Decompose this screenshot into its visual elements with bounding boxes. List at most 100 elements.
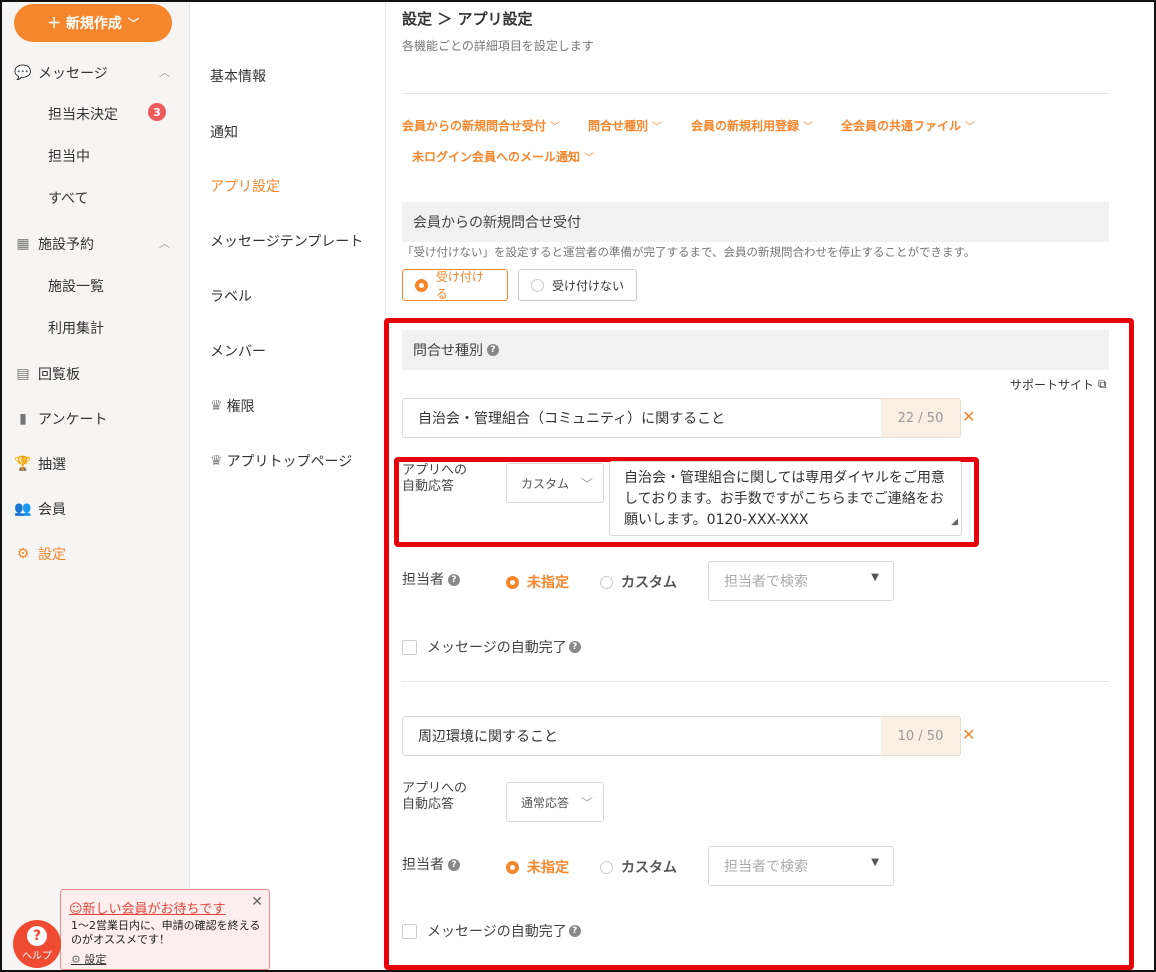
nav-messages[interactable]: 💬 メッセージ [14,63,107,83]
clipboard-icon: ▮ [19,411,27,427]
dropdown-arrow-icon: ▼ [871,857,879,868]
help-icon[interactable]: ? [568,925,581,937]
gear-icon: ⚙ [16,546,30,562]
page-subtitle: 各機能ごとの詳細項目を設定します [402,39,594,53]
chevron-down-icon: ﹀ [580,477,593,491]
new-member-toast: ☺新しい会員がお待ちです ✕ 1〜2営業日内に、申請の確認を終えるのがオススメで… [60,889,270,970]
help-icon[interactable]: ? [487,344,499,356]
settings-menu: 基本情報 通知 アプリ設定 メッセージテンプレート ラベル メンバー ♛ 権限 ♛… [190,2,386,970]
radio-not-accept[interactable]: 受け付けない [518,269,637,301]
menu-labels[interactable]: ラベル [210,286,252,306]
external-link-icon: ⧉ [1098,377,1107,391]
toast-title[interactable]: ☺新しい会員がお待ちです [69,898,226,917]
menu-message-templates[interactable]: メッセージテンプレート [210,231,363,251]
radio-dot [531,278,544,292]
nav-survey[interactable]: ▮ アンケート [14,409,107,429]
nav-facility-booking[interactable]: ▦ 施設予約 [14,234,94,254]
chevron-down-icon: ﹀ [652,122,663,133]
tab-new-registration[interactable]: 会員の新規利用登録 ﹀ [691,117,813,134]
tab-shared-files[interactable]: 全会員の共通ファイル ﹀ [841,117,975,134]
accept-note: 「受け付けない」を設定すると運営者の準備が完了するまで、会員の新規問合わせを停止… [402,245,976,259]
chevron-down-icon: ﹀ [550,122,561,133]
help-icon[interactable]: ? [448,574,460,586]
section-header-accept: 会員からの新規問合せ受付 [402,202,1109,242]
nav-lottery[interactable]: 🏆 抽選 [14,454,66,474]
assignee-search-select[interactable]: 担当者で検索 ▼ [708,846,894,886]
menu-members[interactable]: メンバー [210,341,266,361]
radio-dot [506,860,519,874]
chevron-down-icon: ﹀ [803,122,814,133]
inquiry-type-name-input[interactable]: 自治会・管理組合（コミュニティ）に関すること [402,398,882,438]
radio-dot [600,575,613,589]
divider [402,93,1109,94]
chevron-down-icon: ﹀ [580,796,593,810]
radio-dot [415,278,428,292]
collapse-icon[interactable]: ︿ [159,235,170,251]
assignee-radio-unassigned[interactable]: 未指定 [506,572,569,592]
page-title: 設定 ＞ アプリ設定 [402,10,533,28]
chevron-down-icon: ﹀ [965,122,976,133]
collapse-icon[interactable]: ︿ [159,64,170,80]
auto-complete-checkbox[interactable]: メッセージの自動完了? [402,921,581,941]
assignee-label: 担当者? [402,857,460,873]
nav-circular-board[interactable]: ▤ 回覧板 [14,364,80,384]
auto-reply-textarea[interactable]: 自治会・管理組合に関しては専用ダイヤルをご用意しております。お手数ですがこちらま… [609,461,962,536]
radio-dot [506,575,519,589]
toast-body: 1〜2営業日内に、申請の確認を終えるのがオススメです！ [71,919,261,946]
checkbox[interactable] [402,923,417,939]
menu-app-top-page[interactable]: ♛ アプリトップページ [210,451,352,471]
nav-all[interactable]: すべて [48,188,88,208]
unassigned-count-badge: 3 [148,103,166,121]
new-create-button[interactable]: ＋ 新規作成 ﹀ [14,4,172,42]
tab-accept-inquiries[interactable]: 会員からの新規問合せ受付 ﹀ [402,117,560,134]
resize-handle-icon[interactable]: ◢ [951,512,958,533]
chat-icon: 💬 [14,65,32,81]
nav-unassigned[interactable]: 担当未決定 [48,104,118,124]
support-site-link[interactable]: サポートサイト ⧉ [1010,376,1107,393]
trophy-icon: 🏆 [14,456,32,472]
gear-icon: ⚙ [71,953,85,966]
help-button[interactable]: ? ヘルプ [13,920,61,968]
help-icon[interactable]: ? [568,641,581,653]
delete-icon[interactable]: ✕ [962,407,975,426]
dropdown-arrow-icon: ▼ [871,572,879,583]
toast-settings-link[interactable]: ⚙ 設定 [71,951,106,967]
assignee-radio-unassigned[interactable]: 未指定 [506,857,569,877]
radio-accept[interactable]: 受け付ける [402,269,508,301]
menu-app-settings[interactable]: アプリ設定 [210,176,280,196]
assignee-search-select[interactable]: 担当者で検索 ▼ [708,561,894,601]
board-icon: ▤ [16,366,30,382]
section-header-inquiry-types: 問合せ種別? [402,330,1109,370]
inquiry-type-name-input[interactable]: 周辺環境に関すること [402,716,882,756]
menu-notifications[interactable]: 通知 [210,122,238,142]
tab-email-notification[interactable]: 未ログイン会員へのメール通知 ﹀ [412,148,594,165]
nav-facility-list[interactable]: 施設一覧 [48,276,104,296]
users-icon: 👥 [14,501,32,517]
menu-basic-info[interactable]: 基本情報 [210,66,266,86]
chevron-down-icon: ﹀ [584,153,595,164]
char-counter: 10 / 50 [881,716,961,756]
help-icon[interactable]: ? [448,859,460,871]
nav-usage-stats[interactable]: 利用集計 [48,318,104,338]
nav-settings[interactable]: ⚙ 設定 [14,544,66,564]
char-counter: 22 / 50 [881,398,961,438]
assignee-radio-custom[interactable]: カスタム [600,572,677,592]
sidebar: ＋ 新規作成 ﹀ 💬 メッセージ ︿ 担当未決定 3 担当中 すべて ▦ 施設予約 ︿… [2,2,190,970]
checkbox[interactable] [402,639,417,655]
delete-icon[interactable]: ✕ [962,725,975,744]
calendar-icon: ▦ [16,236,30,252]
radio-dot [600,860,613,874]
nav-assigned[interactable]: 担当中 [48,146,90,166]
auto-reply-mode-select[interactable]: カスタム ﹀ [506,463,604,503]
auto-reply-label: アプリへの 自動応答 [402,463,468,494]
auto-complete-checkbox[interactable]: メッセージの自動完了? [402,637,581,657]
tab-inquiry-types[interactable]: 問合せ種別 ﹀ [588,117,662,134]
nav-members[interactable]: 👥 会員 [14,499,66,519]
close-icon[interactable]: ✕ [251,894,263,910]
question-icon: ? [27,926,47,946]
crown-icon: ♛ [210,453,223,469]
chevron-down-icon: ﹀ [127,17,139,30]
auto-reply-mode-select[interactable]: 通常応答 ﹀ [506,782,604,822]
assignee-radio-custom[interactable]: カスタム [600,857,677,877]
menu-permissions[interactable]: ♛ 権限 [210,396,255,416]
